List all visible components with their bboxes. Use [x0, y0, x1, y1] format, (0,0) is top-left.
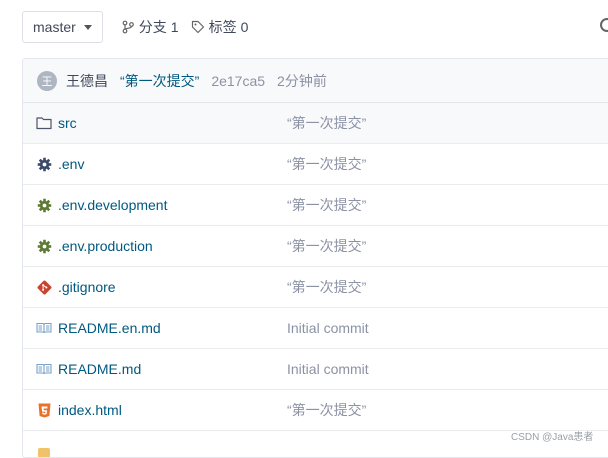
gear-icon	[36, 238, 52, 254]
branch-select-button[interactable]: master	[22, 11, 103, 43]
file-name[interactable]: .gitignore	[58, 279, 287, 295]
file-row-readme[interactable]: README.md Initial commit	[23, 349, 608, 390]
file-icon	[36, 444, 52, 458]
book-icon	[36, 361, 52, 377]
file-name[interactable]: README.md	[58, 361, 287, 377]
file-name[interactable]: .env.development	[58, 197, 287, 213]
file-commit-message[interactable]: “第一次提交”	[287, 154, 366, 174]
commit-author[interactable]: 王德昌	[66, 71, 108, 91]
git-icon	[36, 279, 52, 295]
file-commit-message[interactable]: “第一次提交”	[287, 236, 366, 256]
file-row-readme-en[interactable]: README.en.md Initial commit	[23, 308, 608, 349]
commit-message-link[interactable]: “第一次提交”	[120, 71, 199, 91]
file-name[interactable]: .env	[58, 156, 287, 172]
file-commit-message[interactable]: Initial commit	[287, 320, 369, 336]
search-icon[interactable]	[600, 18, 608, 32]
repo-toolbar: master 分支 1 标签 0	[22, 10, 248, 44]
caret-down-icon	[84, 25, 92, 30]
file-row-env[interactable]: .env “第一次提交”	[23, 144, 608, 185]
file-commit-message[interactable]: “第一次提交”	[287, 195, 366, 215]
file-commit-message[interactable]: “第一次提交”	[287, 277, 366, 297]
file-name[interactable]: index.html	[58, 402, 287, 418]
avatar[interactable]: 王	[37, 71, 57, 91]
file-commit-message[interactable]: “第一次提交”	[287, 113, 366, 133]
file-tree-panel: 王 王德昌 “第一次提交” 2e17ca5 2分钟前 src “第一次提交” .…	[22, 58, 608, 458]
file-name[interactable]: src	[58, 115, 287, 131]
tags-link[interactable]: 标签 0	[191, 17, 249, 37]
branches-link[interactable]: 分支 1	[121, 17, 179, 37]
file-commit-message[interactable]: Initial commit	[287, 361, 369, 377]
branch-icon	[121, 20, 135, 34]
commit-time: 2分钟前	[277, 71, 327, 91]
file-name[interactable]: .env.production	[58, 238, 287, 254]
tags-label: 标签	[209, 17, 237, 37]
file-row-src[interactable]: src “第一次提交”	[23, 103, 608, 144]
file-name[interactable]: README.en.md	[58, 320, 287, 336]
book-icon	[36, 320, 52, 336]
tag-icon	[191, 20, 205, 34]
gear-icon	[36, 156, 52, 172]
file-row-env-production[interactable]: .env.production “第一次提交”	[23, 226, 608, 267]
tags-count: 0	[241, 19, 249, 35]
file-row-env-development[interactable]: .env.development “第一次提交”	[23, 185, 608, 226]
commit-sha-link[interactable]: 2e17ca5	[211, 73, 265, 89]
watermark: CSDN @Java患者	[511, 428, 593, 443]
latest-commit-bar: 王 王德昌 “第一次提交” 2e17ca5 2分钟前	[23, 59, 608, 103]
branches-count: 1	[171, 19, 179, 35]
html5-icon	[36, 402, 52, 418]
file-row-index-html[interactable]: index.html “第一次提交”	[23, 390, 608, 431]
folder-icon	[36, 115, 52, 131]
file-row-gitignore[interactable]: .gitignore “第一次提交”	[23, 267, 608, 308]
gear-icon	[36, 197, 52, 213]
file-commit-message[interactable]: “第一次提交”	[287, 400, 366, 420]
branch-name: master	[33, 19, 76, 35]
branches-label: 分支	[139, 17, 167, 37]
